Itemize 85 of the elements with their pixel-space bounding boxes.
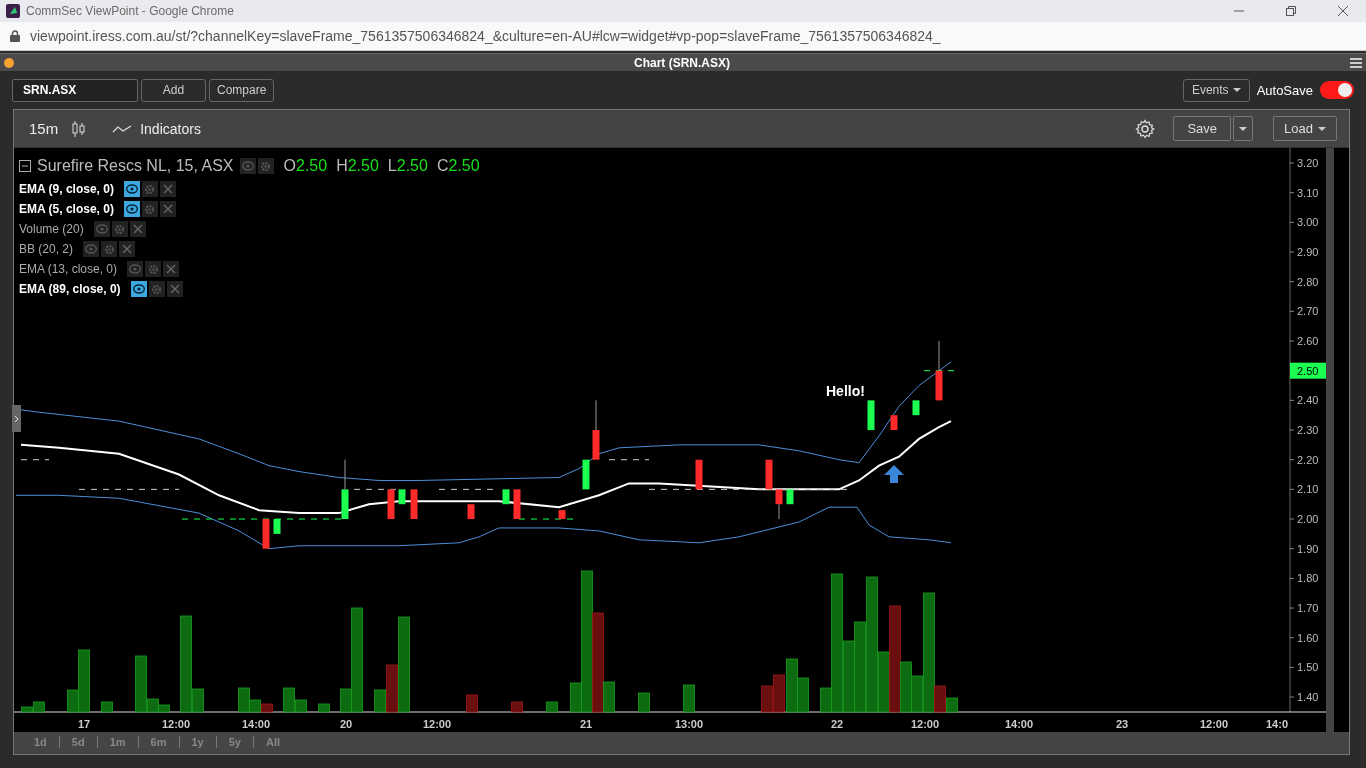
price-axis-label: 2.80	[1297, 275, 1319, 288]
time-axis-label: 23	[1115, 718, 1129, 730]
price-axis-label: 1.90	[1297, 542, 1319, 555]
price-axis-label: 1.50	[1297, 661, 1319, 674]
indicator-label[interactable]: EMA (9, close, 0)	[19, 182, 114, 196]
visibility-toggle-icon[interactable]	[239, 158, 256, 174]
price-axis-label: 1.70	[1297, 602, 1319, 615]
time-axis-label: 12:00	[422, 718, 452, 730]
toolbar-button[interactable]: Add	[141, 78, 206, 102]
time-axis-label: 20	[339, 718, 353, 730]
candlestick-icon[interactable]	[72, 119, 87, 138]
events-dropdown[interactable]: Events	[1182, 78, 1250, 102]
price-axis-label: 2.20	[1297, 453, 1319, 466]
remove-icon[interactable]	[159, 201, 176, 217]
price-axis-label: 3.00	[1297, 216, 1319, 229]
time-axis-label: 21	[579, 718, 593, 730]
visibility-toggle-icon[interactable]	[83, 241, 100, 257]
price-axis-label: 1.60	[1297, 631, 1319, 644]
save-button[interactable]: Save	[1173, 116, 1232, 141]
close-icon[interactable]	[1337, 5, 1349, 17]
indicator-label[interactable]: Volume (20)	[19, 222, 84, 236]
chart-annotation[interactable]: Hello!	[826, 383, 865, 400]
remove-icon[interactable]	[119, 241, 136, 257]
series-title: Surefire Rescs NL, 15, ASX	[37, 157, 234, 175]
caret-icon	[1232, 88, 1241, 92]
remove-icon[interactable]	[159, 181, 176, 197]
menu-icon[interactable]	[1350, 57, 1362, 68]
price-axis-label: 2.40	[1297, 394, 1319, 407]
visibility-toggle-icon[interactable]	[127, 261, 144, 277]
time-axis-label: 22	[830, 718, 844, 730]
collapse-icon[interactable]	[19, 160, 31, 172]
price-axis-label: 1.80	[1297, 572, 1319, 585]
interval-button[interactable]: 15m	[29, 120, 59, 137]
price-axis-label: 2.00	[1297, 513, 1319, 526]
price-axis-label: 1.40	[1297, 691, 1319, 704]
time-axis-label: 13:00	[674, 718, 704, 730]
price-axis-label: 2.10	[1297, 483, 1319, 496]
time-axis-label: 14:0	[1266, 718, 1288, 730]
panel-expand-handle[interactable]	[12, 405, 21, 432]
symbol-input[interactable]: SRN.ASX	[12, 78, 138, 102]
app-logo-icon	[6, 4, 20, 18]
window-title: Chart (SRN.ASX)	[634, 55, 730, 70]
time-axis-label: 12:00	[1199, 718, 1229, 730]
remove-icon[interactable]	[129, 221, 146, 237]
indicator-label[interactable]: EMA (89, close, 0)	[19, 282, 121, 296]
remove-icon[interactable]	[166, 281, 183, 297]
up-arrow-icon[interactable]	[884, 465, 904, 483]
caret-icon	[1239, 126, 1248, 131]
indicators-button[interactable]: Indicators	[140, 120, 201, 137]
ohlc-value: L2.50	[387, 157, 428, 175]
autosave-label: AutoSave	[1256, 82, 1313, 98]
time-axis-label: 14:00	[1004, 718, 1034, 730]
line-chart-icon[interactable]	[112, 123, 133, 134]
ohlc-value: O2.50	[283, 157, 328, 175]
indicator-label[interactable]: BB (20, 2)	[19, 242, 74, 256]
lock-icon	[10, 30, 20, 42]
toolbar-button[interactable]: Compare	[209, 78, 275, 102]
ohlc-value: H2.50	[336, 157, 379, 175]
settings-icon[interactable]	[1135, 118, 1156, 139]
autosave-toggle[interactable]	[1320, 81, 1354, 99]
remove-icon[interactable]	[163, 261, 180, 277]
price-axis-label: 2.30	[1297, 424, 1319, 437]
restore-icon[interactable]	[1285, 5, 1297, 17]
price-axis-label: 2.60	[1297, 335, 1319, 347]
time-axis-label: 12:00	[161, 718, 191, 730]
caret-icon	[1318, 126, 1326, 131]
price-axis-label: 3.20	[1297, 157, 1319, 169]
ohlc-value: C2.50	[436, 157, 480, 175]
window-title: CommSec ViewPoint - Google Chrome	[26, 4, 235, 18]
time-axis-label: 17	[77, 718, 91, 730]
time-axis-label: 12:00	[910, 718, 940, 730]
visibility-toggle-icon[interactable]	[93, 221, 110, 237]
visibility-toggle-icon[interactable]	[123, 181, 140, 197]
last-price-badge: 2.50	[1290, 362, 1326, 379]
price-axis-label: 3.10	[1297, 186, 1319, 199]
load-dropdown[interactable]: Load	[1273, 116, 1337, 141]
visibility-toggle-icon[interactable]	[123, 201, 140, 217]
price-axis-label: 2.90	[1297, 246, 1319, 258]
indicator-label[interactable]: EMA (5, close, 0)	[19, 202, 114, 216]
price-axis-label: 2.70	[1297, 305, 1319, 318]
window-status-icon	[4, 57, 14, 68]
indicator-label[interactable]: EMA (13, close, 0)	[19, 262, 118, 276]
time-axis-label: 14:00	[241, 718, 271, 730]
visibility-toggle-icon[interactable]	[130, 281, 147, 297]
save-options-button[interactable]	[1233, 116, 1254, 141]
